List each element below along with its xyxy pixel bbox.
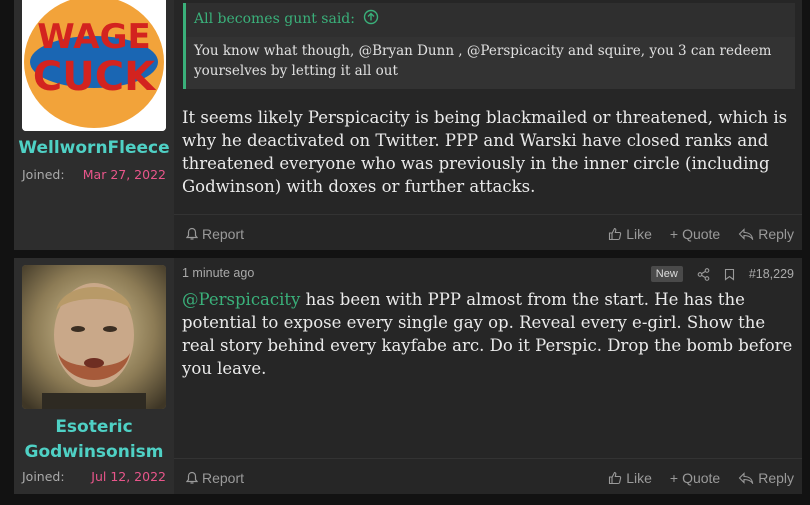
quote-button[interactable]: + Quote xyxy=(670,226,720,242)
message-body: @Perspicacity has been with PPP almost f… xyxy=(182,288,794,380)
message-body: It seems likely Perspicacity is being bl… xyxy=(182,108,788,196)
quote-label: Quote xyxy=(682,226,721,242)
post-1: WAGE CUCK WellwornFleece Joined: Mar 27,… xyxy=(14,0,802,250)
like-label: Like xyxy=(626,470,652,486)
bell-icon xyxy=(186,227,198,240)
username[interactable]: WellwornFleece xyxy=(14,136,174,161)
plus-icon: + xyxy=(669,470,679,486)
quote-button[interactable]: + Quote xyxy=(670,470,720,486)
reply-button[interactable]: Reply xyxy=(738,470,794,486)
post-actions: Like + Quote Reply xyxy=(608,470,794,486)
bell-icon xyxy=(186,471,198,484)
bookmark-icon[interactable] xyxy=(724,268,735,281)
joined-row: Joined: Jul 12, 2022 xyxy=(22,469,166,484)
mention-link[interactable]: @Perspicacity xyxy=(182,290,300,309)
reply-arrow-icon xyxy=(738,228,754,240)
arrow-up-circle-icon[interactable] xyxy=(363,9,379,25)
reply-label: Reply xyxy=(758,226,794,242)
like-button[interactable]: Like xyxy=(608,226,652,242)
like-button[interactable]: Like xyxy=(608,470,652,486)
joined-label: Joined: xyxy=(22,167,65,182)
like-label: Like xyxy=(626,226,652,242)
quote-label: Quote xyxy=(682,470,721,486)
thumbs-up-icon xyxy=(609,227,622,241)
avatar-portrait xyxy=(22,265,166,409)
quote-author: All becomes gunt said: xyxy=(194,11,355,27)
post-meta: 1 minute ago New #18,229 xyxy=(182,266,794,284)
avatar-text-2: CUCK xyxy=(33,54,157,100)
report-button[interactable]: Report xyxy=(186,470,244,486)
user-cell: WAGE CUCK WellwornFleece Joined: Mar 27,… xyxy=(14,0,174,250)
avatar[interactable]: WAGE CUCK xyxy=(22,0,166,131)
quote-body: You know what though, @Bryan Dunn , @Per… xyxy=(186,37,795,89)
thumbs-up-icon xyxy=(609,471,622,485)
user-cell: Esoteric Godwinsonism Joined: Jul 12, 20… xyxy=(14,258,174,494)
post-footer: Report Like + Quote Reply xyxy=(174,214,802,250)
avatar-text-1: WAGE xyxy=(37,17,150,57)
report-label: Report xyxy=(202,470,245,486)
post-2: Esoteric Godwinsonism Joined: Jul 12, 20… xyxy=(14,258,802,494)
post-main: All becomes gunt said: You know what tho… xyxy=(174,0,802,250)
reply-label: Reply xyxy=(758,470,794,486)
quote-block: All becomes gunt said: You know what tho… xyxy=(183,3,795,89)
joined-label: Joined: xyxy=(22,469,65,484)
new-badge: New xyxy=(650,266,683,282)
reply-arrow-icon xyxy=(738,472,754,484)
post-number[interactable]: #18,229 xyxy=(749,267,794,281)
post-time[interactable]: 1 minute ago xyxy=(182,266,254,280)
reply-button[interactable]: Reply xyxy=(738,226,794,242)
username[interactable]: Esoteric Godwinsonism xyxy=(14,415,174,465)
post-meta-actions: New #18,229 xyxy=(650,266,794,282)
quote-header[interactable]: All becomes gunt said: xyxy=(194,9,379,27)
plus-icon: + xyxy=(669,226,679,242)
avatar-burger-logo: WAGE CUCK xyxy=(22,0,166,131)
post-footer: Report Like + Quote Reply xyxy=(174,458,802,494)
post-actions: Like + Quote Reply xyxy=(608,226,794,242)
post-main: 1 minute ago New #18,229 @Perspicacity h… xyxy=(174,258,802,494)
share-icon[interactable] xyxy=(697,267,710,281)
joined-date: Jul 12, 2022 xyxy=(91,469,166,484)
report-button[interactable]: Report xyxy=(186,226,244,242)
avatar[interactable] xyxy=(22,265,166,409)
joined-row: Joined: Mar 27, 2022 xyxy=(22,167,166,182)
report-label: Report xyxy=(202,226,245,242)
joined-date: Mar 27, 2022 xyxy=(82,167,166,182)
